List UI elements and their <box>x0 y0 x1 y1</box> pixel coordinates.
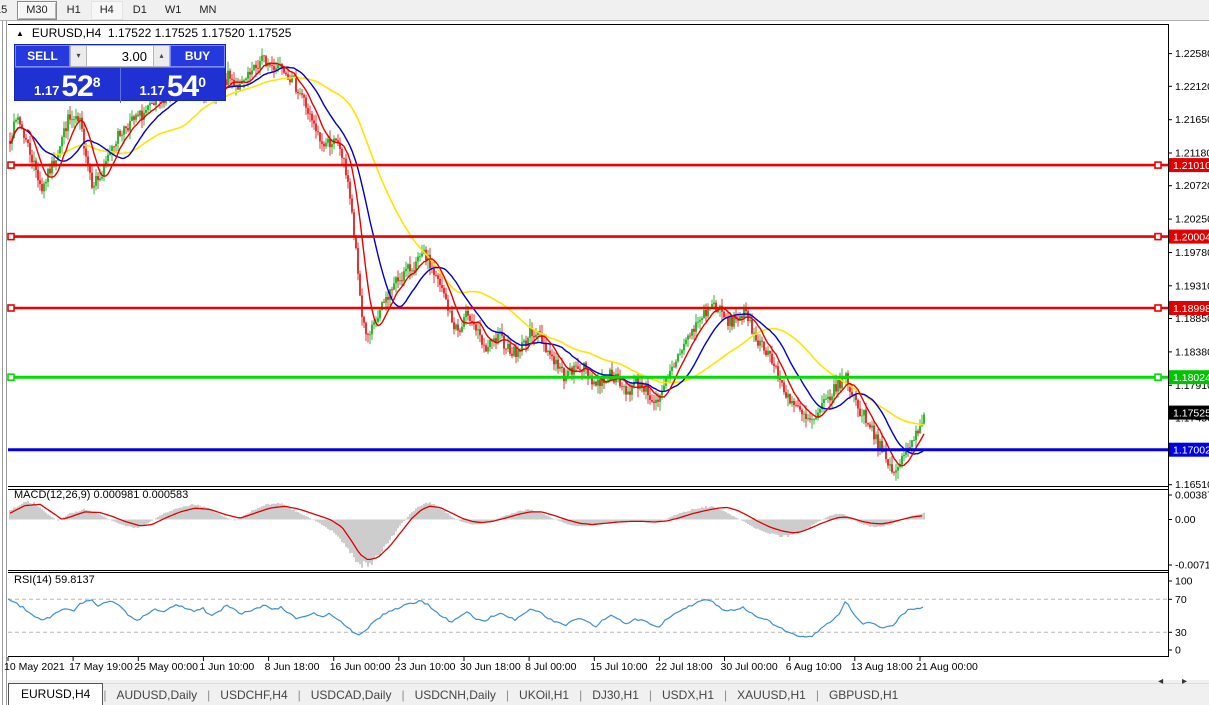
price-badge-1.17002: 1.17002 <box>1169 443 1209 457</box>
price-badge-text: 1.18024 <box>1173 372 1209 384</box>
rsi-tick-label: 30 <box>1175 627 1187 639</box>
price-badge-1.18998: 1.18998 <box>1169 301 1209 315</box>
chart-background <box>8 20 1209 680</box>
price-badge-1.20004: 1.20004 <box>1169 230 1209 244</box>
price-badge-1.18024: 1.18024 <box>1169 370 1209 384</box>
time-tick-label: 6 Aug 10:00 <box>786 661 842 673</box>
price-tick-label: 1.19780 <box>1175 247 1209 259</box>
volume-decrease-button[interactable]: ▾ <box>70 45 87 67</box>
price-tick-label: 1.22580 <box>1175 48 1209 60</box>
hline-handle[interactable] <box>8 234 14 240</box>
time-tick-label: 22 Jul 18:00 <box>655 661 712 673</box>
rsi-tick-label: 100 <box>1175 576 1193 588</box>
price-tick-label: 1.22120 <box>1175 81 1209 93</box>
hline-handle[interactable] <box>8 305 14 311</box>
collapse-triangle-icon[interactable]: ▲ <box>16 29 24 38</box>
spinner-up-icon: ▴ <box>159 51 163 60</box>
rsi-label: RSI(14) 59.8137 <box>14 574 95 586</box>
hline-handle[interactable] <box>1155 162 1161 168</box>
price-tick-label: 1.20250 <box>1175 214 1209 226</box>
buy-price-big: 54 <box>167 73 198 101</box>
time-tick-label: 17 May 19:00 <box>69 661 133 673</box>
buy-price-prefix: 1.17 <box>140 81 165 101</box>
macd-tick-label: 0.003873 <box>1175 490 1209 502</box>
rsi-tick-label: 0 <box>1175 645 1181 657</box>
time-tick-label: 10 May 2021 <box>4 661 65 673</box>
sell-price-prefix: 1.17 <box>34 81 59 101</box>
buy-price-pip: 0 <box>198 77 206 87</box>
price-tick-label: 1.20720 <box>1175 180 1209 192</box>
time-tick-label: 15 Jul 10:00 <box>590 661 647 673</box>
hline-handle[interactable] <box>8 162 14 168</box>
tab-scroll-right-icon[interactable]: ▸ <box>1182 676 1195 687</box>
hline-handle[interactable] <box>1155 305 1161 311</box>
price-badge-text: 1.17525 <box>1173 408 1209 420</box>
time-tick-label: 30 Jul 00:00 <box>721 661 778 673</box>
sell-price[interactable]: 1.17 52 8 <box>15 68 121 103</box>
time-tick-label: 21 Aug 00:00 <box>916 661 978 673</box>
spinner-down-icon: ▾ <box>76 51 80 60</box>
price-badge-1.21010: 1.21010 <box>1169 158 1209 172</box>
price-badge-text: 1.20004 <box>1173 232 1209 244</box>
time-tick-label: 8 Jun 18:00 <box>265 661 320 673</box>
chart-canvas[interactable]: 1.22580 1.22120 1.21650 1.21180 1.20720 1.202… <box>0 0 1209 705</box>
rsi-tick-label: 70 <box>1175 594 1187 606</box>
symbol-quote-text: EURUSD,H4 1.17522 1.17525 1.17520 1.1752… <box>32 26 292 40</box>
price-badge-text: 1.21010 <box>1173 160 1209 172</box>
price-tick-label: 1.19310 <box>1175 280 1209 292</box>
time-tick-label: 16 Jun 00:00 <box>330 661 391 673</box>
time-tick-label: 1 Jun 10:00 <box>199 661 254 673</box>
buy-button[interactable]: BUY <box>170 45 225 67</box>
price-tick-label: 1.18380 <box>1175 346 1209 358</box>
price-badge-text: 1.17002 <box>1173 445 1209 457</box>
one-click-trading-panel: SELL ▾ ▴ BUY 1.17 52 8 1.17 54 0 <box>14 44 226 101</box>
tab-scroll-arrows: ◂ ▸ <box>1158 676 1195 687</box>
time-tick-label: 25 May 00:00 <box>134 661 198 673</box>
time-tick-label: 8 Jul 00:00 <box>525 661 577 673</box>
price-tick-label: 1.21650 <box>1175 114 1209 126</box>
time-tick-label: 30 Jun 18:00 <box>460 661 521 673</box>
macd-label: MACD(12,26,9) 0.000981 0.000583 <box>14 489 188 501</box>
macd-tick-label: -0.007195 <box>1175 560 1209 572</box>
price-tick-label: 1.21180 <box>1175 148 1209 160</box>
volume-increase-button[interactable]: ▴ <box>153 45 170 67</box>
sell-price-big: 52 <box>61 73 92 101</box>
price-badge-text: 1.18998 <box>1173 303 1209 315</box>
macd-tick-label: 0.00 <box>1175 514 1196 526</box>
price-badge-1.17525: 1.17525 <box>1169 406 1209 420</box>
hline-handle[interactable] <box>8 374 14 380</box>
chart-header: ▲ EURUSD,H4 1.17522 1.17525 1.17520 1.17… <box>16 26 291 40</box>
buy-price[interactable]: 1.17 54 0 <box>121 68 226 103</box>
mt4-window: 15M30H1H4D1W1MN ▲ EURUSD,H4 1.17522 1.17… <box>0 0 1209 705</box>
time-tick-label: 23 Jun 10:00 <box>395 661 456 673</box>
hline-handle[interactable] <box>1155 374 1161 380</box>
time-tick-label: 13 Aug 18:00 <box>851 661 913 673</box>
hline-handle[interactable] <box>1155 234 1161 240</box>
tab-scroll-left-icon[interactable]: ◂ <box>1158 676 1171 687</box>
sell-price-pip: 8 <box>93 77 101 87</box>
sell-button[interactable]: SELL <box>15 45 70 67</box>
volume-input[interactable] <box>87 45 153 67</box>
